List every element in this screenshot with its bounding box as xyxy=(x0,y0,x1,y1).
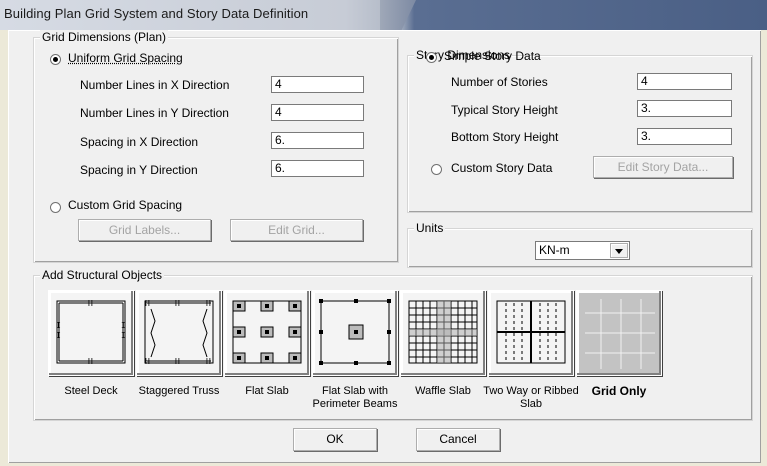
svg-text:H: H xyxy=(145,357,150,366)
steel-deck-label: Steel Deck xyxy=(64,385,118,397)
y-spacing-field[interactable]: 6. xyxy=(271,160,364,177)
cancel-button[interactable]: Cancel xyxy=(416,428,500,451)
svg-text:H: H xyxy=(206,357,211,366)
x-spacing-field[interactable]: 6. xyxy=(271,132,364,149)
chevron-down-icon xyxy=(615,249,623,254)
staggered-truss-icon: H H H H H H xyxy=(144,299,214,366)
svg-text:I: I xyxy=(121,331,126,340)
flat-slab-perimeter-label: Flat Slab with Perimeter Beams xyxy=(312,385,398,410)
story-dimensions-group: Story Dimensions Simple Story Data Numbe… xyxy=(407,48,753,213)
x-spacing-label: Spacing in X Direction xyxy=(80,135,199,149)
bottom-height-label: Bottom Story Height xyxy=(451,130,559,144)
y-lines-label: Number Lines in Y Direction xyxy=(80,106,229,120)
uniform-grid-radio[interactable] xyxy=(50,54,61,65)
ribbed-slab-label: Two Way or Ribbed Slab xyxy=(483,385,579,410)
dialog-body: Grid Dimensions (Plan) Uniform Grid Spac… xyxy=(8,30,761,463)
svg-text:I: I xyxy=(56,321,61,330)
svg-text:H: H xyxy=(88,357,93,366)
x-lines-label: Number Lines in X Direction xyxy=(80,78,230,92)
grid-dimensions-title: Grid Dimensions (Plan) xyxy=(40,30,169,44)
svg-text:H: H xyxy=(145,299,150,308)
ribbed-slab-button[interactable] xyxy=(488,290,574,376)
grid-only-label: Grid Only xyxy=(591,384,647,398)
ribbed-slab-icon xyxy=(496,300,566,364)
grid-only-icon xyxy=(585,299,655,369)
title-bar-accent xyxy=(380,0,416,30)
units-group: Units KN-m xyxy=(407,221,753,268)
flat-slab-icon xyxy=(232,300,302,364)
custom-story-label[interactable]: Custom Story Data xyxy=(451,161,552,175)
story-group-top xyxy=(407,47,751,55)
ok-button[interactable]: OK xyxy=(293,428,377,451)
y-lines-field[interactable]: 4 xyxy=(271,104,364,121)
flat-slab-perimeter-button[interactable] xyxy=(312,290,398,376)
units-title: Units xyxy=(414,221,446,235)
waffle-slab-icon xyxy=(408,300,478,364)
svg-text:H: H xyxy=(175,299,180,308)
flat-slab-button[interactable] xyxy=(224,290,310,376)
custom-story-radio[interactable] xyxy=(431,164,442,175)
svg-text:H: H xyxy=(88,299,93,308)
window-title: Building Plan Grid System and Story Data… xyxy=(4,6,309,21)
custom-grid-radio[interactable] xyxy=(50,202,61,213)
typical-height-field[interactable]: 3. xyxy=(637,100,732,117)
grid-labels-button[interactable]: Grid Labels... xyxy=(78,219,211,241)
steel-deck-icon: H H I I I I xyxy=(56,299,126,366)
bottom-height-field[interactable]: 3. xyxy=(637,128,732,145)
units-dropdown-button[interactable] xyxy=(610,243,628,258)
edit-story-data-button[interactable]: Edit Story Data... xyxy=(593,156,733,178)
typical-height-label: Typical Story Height xyxy=(451,103,558,117)
structural-objects-group: Add Structural Objects H H I I I I Steel… xyxy=(33,268,753,421)
flat-slab-perimeter-icon xyxy=(319,299,391,365)
svg-text:H: H xyxy=(175,357,180,366)
svg-text:H: H xyxy=(206,299,211,308)
structural-objects-title: Add Structural Objects xyxy=(40,268,165,282)
staggered-truss-label: Staggered Truss xyxy=(138,385,220,397)
waffle-slab-button[interactable] xyxy=(400,290,486,376)
edit-grid-button[interactable]: Edit Grid... xyxy=(230,219,363,241)
units-selected-value: KN-m xyxy=(539,243,570,257)
waffle-slab-label: Waffle Slab xyxy=(415,385,471,397)
svg-text:I: I xyxy=(56,331,61,340)
grid-dimensions-group: Grid Dimensions (Plan) Uniform Grid Spac… xyxy=(33,30,399,263)
uniform-grid-label[interactable]: Uniform Grid Spacing xyxy=(68,51,183,65)
steel-deck-button[interactable]: H H I I I I xyxy=(48,290,134,376)
flat-slab-label: Flat Slab xyxy=(245,385,289,397)
staggered-truss-button[interactable]: H H H H H H xyxy=(136,290,222,376)
num-stories-field[interactable]: 4 xyxy=(637,73,732,90)
y-spacing-label: Spacing in Y Direction xyxy=(80,163,198,177)
dialog-window: Building Plan Grid System and Story Data… xyxy=(0,0,767,466)
x-lines-field[interactable]: 4 xyxy=(271,76,364,93)
grid-only-button[interactable] xyxy=(576,290,662,376)
title-bar[interactable]: Building Plan Grid System and Story Data… xyxy=(0,0,767,30)
svg-text:I: I xyxy=(121,321,126,330)
num-stories-label: Number of Stories xyxy=(451,75,548,89)
custom-grid-label[interactable]: Custom Grid Spacing xyxy=(68,198,182,212)
